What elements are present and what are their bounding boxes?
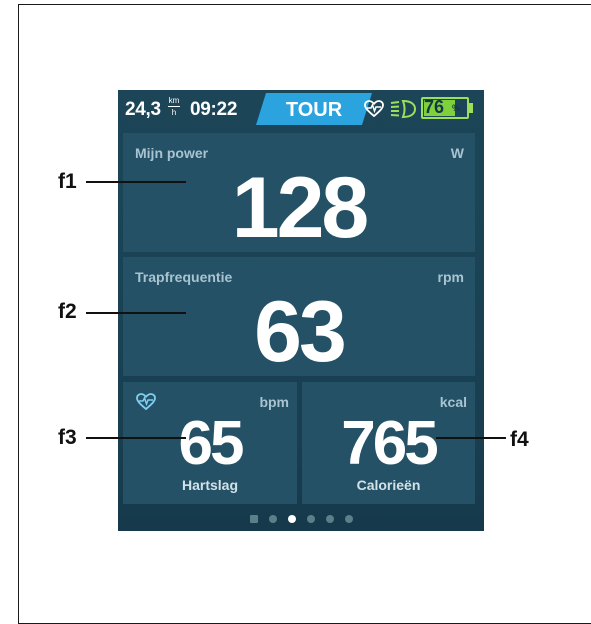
page-dot[interactable] bbox=[325, 515, 334, 523]
page-dot[interactable] bbox=[249, 515, 258, 523]
leader-line-f2 bbox=[86, 312, 186, 314]
page-dot[interactable] bbox=[268, 515, 277, 523]
calories-value: 765 bbox=[341, 409, 438, 478]
callout-f4: f4 bbox=[510, 428, 529, 451]
cadence-value: 63 bbox=[254, 284, 347, 380]
calories-tile[interactable]: kcal 765 Calorieën bbox=[302, 382, 475, 504]
heart-rate-label: Hartslag bbox=[181, 477, 239, 493]
heart-rate-icon bbox=[364, 100, 384, 118]
battery-percent-sign: % bbox=[452, 103, 461, 113]
leader-line-f3 bbox=[86, 437, 186, 439]
page-indicator[interactable] bbox=[118, 514, 484, 524]
power-value: 128 bbox=[231, 160, 370, 256]
battery-terminal bbox=[469, 103, 473, 113]
calories-label: Calorieën bbox=[356, 477, 421, 493]
page-dot[interactable] bbox=[306, 515, 315, 523]
callout-f1: f1 bbox=[58, 170, 77, 193]
leader-line-f1 bbox=[86, 181, 186, 183]
page-dot-active[interactable] bbox=[287, 515, 296, 523]
callout-f3: f3 bbox=[58, 426, 77, 449]
battery-level: 76 bbox=[424, 97, 445, 117]
speed-unit: km h bbox=[168, 96, 180, 117]
status-bar: 24,3 km h 09:22 TOUR 76 % bbox=[118, 90, 484, 128]
clock-time: 09:22 bbox=[190, 99, 238, 120]
cadence-tile[interactable]: Trapfrequentie rpm 63 bbox=[123, 257, 475, 380]
bike-display-screen: 24,3 km h 09:22 TOUR 76 % Mijn power W 1… bbox=[118, 90, 484, 531]
assist-mode-label: TOUR bbox=[285, 99, 343, 121]
speed-value: 24,3 bbox=[125, 99, 161, 120]
heart-rate-value: 65 bbox=[178, 409, 245, 478]
page-dot[interactable] bbox=[344, 515, 353, 523]
headlight-icon bbox=[390, 99, 416, 119]
leader-line-f4 bbox=[436, 437, 506, 439]
heart-rate-tile[interactable]: bpm 65 Hartslag bbox=[123, 382, 297, 504]
callout-f2: f2 bbox=[58, 300, 77, 323]
power-tile[interactable]: Mijn power W 128 bbox=[123, 133, 475, 256]
